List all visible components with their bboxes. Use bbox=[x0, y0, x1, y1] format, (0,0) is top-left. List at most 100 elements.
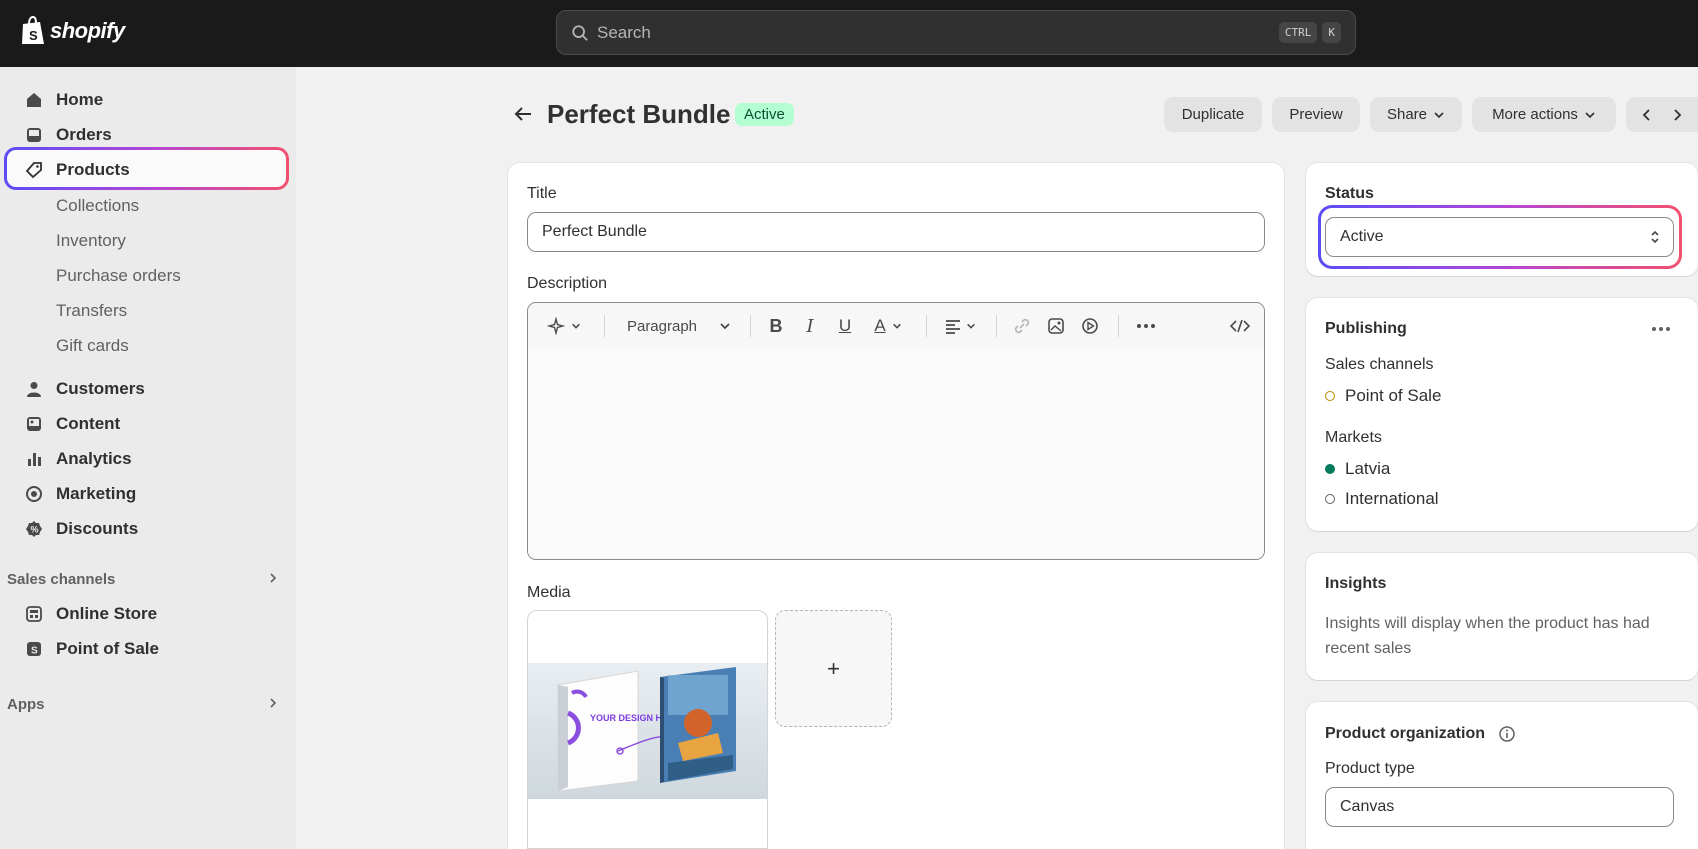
add-media-button[interactable]: + bbox=[775, 610, 892, 727]
underline-button[interactable]: U bbox=[833, 314, 857, 338]
market-row-international: International bbox=[1325, 489, 1439, 509]
apps-heading[interactable]: Apps bbox=[7, 696, 279, 713]
insert-video-button[interactable] bbox=[1078, 314, 1102, 338]
code-icon bbox=[1230, 319, 1250, 333]
italic-button[interactable]: I bbox=[798, 314, 822, 338]
sidebar-subitem-gift-cards[interactable]: Gift cards bbox=[56, 336, 129, 356]
sidebar-item-discounts[interactable]: % Discounts bbox=[8, 511, 286, 547]
sidebar-item-point-of-sale[interactable]: S Point of Sale bbox=[8, 631, 286, 667]
market-name: International bbox=[1345, 489, 1439, 508]
sales-channels-heading[interactable]: Sales channels bbox=[7, 571, 279, 588]
insert-image-button[interactable] bbox=[1044, 314, 1068, 338]
brand-name: shopify bbox=[50, 18, 125, 43]
apps-label: Apps bbox=[7, 696, 45, 713]
bold-icon: B bbox=[769, 315, 783, 336]
more-horizontal-icon bbox=[1137, 324, 1155, 328]
pagination-controls bbox=[1626, 97, 1698, 132]
align-left-icon bbox=[946, 320, 960, 334]
svg-text:%: % bbox=[31, 525, 39, 535]
chevron-down-icon bbox=[720, 323, 730, 330]
discount-icon: % bbox=[24, 519, 44, 539]
sidebar-item-label: Marketing bbox=[56, 484, 137, 503]
toolbar-divider bbox=[926, 315, 927, 337]
tag-icon bbox=[24, 160, 44, 180]
back-arrow-icon[interactable] bbox=[514, 104, 534, 124]
preview-button[interactable]: Preview bbox=[1272, 97, 1360, 132]
bold-button[interactable]: B bbox=[764, 314, 788, 338]
chevron-right-icon[interactable] bbox=[1671, 108, 1683, 122]
ai-magic-button[interactable] bbox=[544, 314, 584, 338]
sidebar-subitem-transfers[interactable]: Transfers bbox=[56, 301, 127, 321]
media-thumbnail[interactable]: YOUR DESIGN HERE bbox=[527, 610, 768, 849]
sales-channels-label: Sales channels bbox=[7, 571, 116, 588]
format-select[interactable]: Paragraph bbox=[624, 314, 734, 338]
description-textarea[interactable] bbox=[528, 349, 1264, 559]
chevron-down-icon bbox=[1585, 111, 1595, 118]
person-icon bbox=[24, 379, 44, 399]
sales-channels-label: Sales channels bbox=[1325, 356, 1434, 373]
insights-text: Insights will display when the product h… bbox=[1325, 615, 1650, 657]
sidebar-item-content[interactable]: Content bbox=[8, 406, 286, 442]
shortcut-key-ctrl: CTRL bbox=[1278, 22, 1318, 43]
status-heading: Status bbox=[1325, 185, 1374, 202]
format-select-value: Paragraph bbox=[626, 317, 698, 335]
market-row-latvia: Latvia bbox=[1325, 459, 1390, 479]
text-color-icon: A bbox=[874, 316, 886, 335]
page-title: Perfect Bundle bbox=[547, 99, 731, 129]
toolbar-divider bbox=[1118, 315, 1119, 337]
sidebar-item-label: Products bbox=[56, 160, 130, 179]
align-button[interactable] bbox=[940, 314, 980, 338]
sidebar-item-analytics[interactable]: Analytics bbox=[8, 441, 286, 477]
sidebar-subitem-inventory[interactable]: Inventory bbox=[56, 231, 126, 251]
channel-status-dot bbox=[1325, 391, 1335, 401]
sidebar-item-online-store[interactable]: Online Store bbox=[8, 596, 286, 632]
title-input[interactable]: Perfect Bundle bbox=[527, 212, 1265, 252]
shortcut-key-k: K bbox=[1322, 22, 1341, 43]
underline-icon: U bbox=[838, 316, 852, 335]
play-circle-icon bbox=[1082, 318, 1098, 334]
product-type-input[interactable]: Canvas bbox=[1325, 787, 1674, 827]
text-color-button[interactable]: A bbox=[868, 314, 908, 338]
sidebar-item-label: Online Store bbox=[56, 604, 158, 623]
sidebar-item-products[interactable]: Products bbox=[8, 152, 286, 188]
status-badge: Active bbox=[735, 103, 794, 126]
sidebar-item-label: Discounts bbox=[56, 519, 139, 538]
more-formatting-button[interactable] bbox=[1132, 314, 1160, 338]
share-button[interactable]: Share bbox=[1370, 97, 1462, 132]
link-button[interactable] bbox=[1010, 314, 1034, 338]
sidebar-item-label: Point of Sale bbox=[56, 639, 159, 658]
sidebar-item-home[interactable]: Home bbox=[8, 82, 286, 118]
html-view-button[interactable] bbox=[1228, 314, 1252, 338]
sidebar-item-label: Orders bbox=[56, 125, 112, 144]
status-select-value: Active bbox=[1340, 228, 1384, 245]
more-actions-button[interactable]: More actions bbox=[1472, 97, 1616, 132]
market-name: Latvia bbox=[1345, 459, 1391, 478]
product-type-label: Product type bbox=[1325, 760, 1415, 777]
toolbar-divider bbox=[996, 315, 997, 337]
product-organization-heading: Product organization bbox=[1325, 725, 1485, 742]
search-placeholder: Search bbox=[597, 22, 651, 42]
status-select[interactable]: Active bbox=[1325, 217, 1674, 257]
chevron-down-icon bbox=[572, 323, 580, 329]
share-label: Share bbox=[1386, 106, 1428, 123]
chevron-right-icon bbox=[267, 571, 279, 588]
description-editor: Paragraph B I U A bbox=[527, 302, 1265, 560]
top-bar: S shopify Search CTRL K bbox=[0, 0, 1698, 67]
channel-name: Point of Sale bbox=[1345, 386, 1442, 405]
chevron-down-icon bbox=[892, 323, 901, 329]
market-status-dot bbox=[1325, 464, 1335, 474]
sidebar-subitem-purchase-orders[interactable]: Purchase orders bbox=[56, 266, 181, 286]
orders-icon bbox=[24, 125, 44, 145]
info-icon[interactable] bbox=[1498, 725, 1516, 743]
sidebar-item-customers[interactable]: Customers bbox=[8, 371, 286, 407]
shopify-logo[interactable]: S shopify bbox=[20, 16, 125, 46]
search-bar[interactable]: Search CTRL K bbox=[556, 10, 1356, 55]
analytics-icon bbox=[24, 449, 44, 469]
sidebar-item-marketing[interactable]: Marketing bbox=[8, 476, 286, 512]
sidebar-item-label: Customers bbox=[56, 379, 145, 398]
more-horizontal-icon[interactable] bbox=[1651, 326, 1671, 332]
chevron-left-icon[interactable] bbox=[1641, 108, 1653, 122]
home-icon bbox=[24, 90, 44, 110]
duplicate-button[interactable]: Duplicate bbox=[1164, 97, 1262, 132]
sidebar-subitem-collections[interactable]: Collections bbox=[56, 196, 139, 216]
